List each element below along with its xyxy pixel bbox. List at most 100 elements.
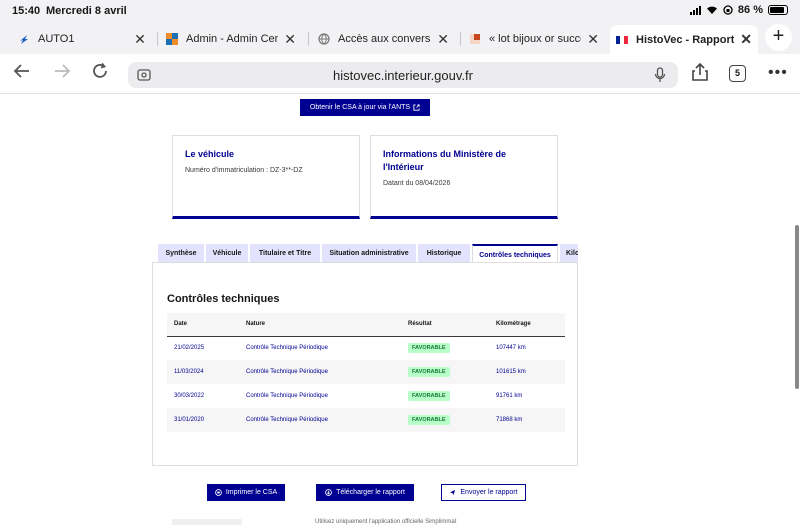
browser-tab-auto1[interactable]: AUTO1 ✕ xyxy=(12,26,152,52)
ants-csa-button-label: Obtenir le CSA à jour via l'ANTS xyxy=(309,104,411,111)
row-km: 71868 km xyxy=(496,417,523,423)
tab-titulaire[interactable]: Titulaire et Titre xyxy=(250,244,320,262)
tab-vehicule[interactable]: Véhicule xyxy=(206,244,248,262)
browser-tab-conversations[interactable]: Accès aux conversa ✕ xyxy=(312,26,455,52)
favorable-badge: FAVORABLE xyxy=(408,391,450,401)
download-report-label: Télécharger le rapport xyxy=(336,489,405,496)
row-nature: Contrôle Technique Périodique xyxy=(246,393,328,399)
favorable-badge: FAVORABLE xyxy=(408,343,450,354)
print-csa-button[interactable]: Imprimer le CSA xyxy=(207,484,285,501)
battery-icon xyxy=(768,5,788,15)
new-tab-button[interactable]: + xyxy=(765,24,792,51)
controles-techniques-panel: Contrôles techniques Date Nature Résulta… xyxy=(152,262,578,466)
share-icon[interactable] xyxy=(688,62,712,86)
shop-favicon xyxy=(470,34,480,44)
signal-icon xyxy=(689,5,701,15)
battery-level xyxy=(770,7,784,13)
column-header-date: Date xyxy=(174,321,188,328)
close-icon[interactable]: ✕ xyxy=(437,31,449,48)
browser-tab-label: « lot bijoux or succe xyxy=(489,33,582,45)
close-icon[interactable]: ✕ xyxy=(740,31,752,48)
row-date: 21/02/2025 xyxy=(174,345,205,352)
external-link-icon xyxy=(413,104,420,111)
controles-table: Date Nature Résultat Kilométrage 21/02/2… xyxy=(167,313,565,432)
close-icon[interactable]: ✕ xyxy=(134,31,146,48)
column-header-resultat: Résultat xyxy=(408,321,432,328)
vehicle-card-title: Le véhicule xyxy=(185,149,235,159)
browser-tab-label: Accès aux conversa xyxy=(338,33,432,45)
favorable-badge: FAVORABLE xyxy=(408,367,450,377)
row-nature: Contrôle Technique Périodique xyxy=(246,417,328,423)
row-result: FAVORABLE xyxy=(401,360,489,384)
wifi-icon xyxy=(706,6,717,14)
close-icon[interactable]: ✕ xyxy=(587,31,599,48)
browser-tab-admin[interactable]: Admin - Admin Cent ✕ xyxy=(160,26,302,52)
tab-kilometrage[interactable]: Kilo xyxy=(560,244,578,262)
french-flag-favicon xyxy=(616,35,628,44)
table-row: 31/01/2020 Contrôle Technique Périodique… xyxy=(167,408,565,432)
download-report-button[interactable]: Télécharger le rapport xyxy=(316,484,414,501)
row-result: FAVORABLE xyxy=(401,408,489,432)
footer-element xyxy=(172,519,242,525)
section-title: Contrôles techniques xyxy=(167,293,280,305)
tab-separator xyxy=(460,32,461,46)
forward-arrow-icon[interactable] xyxy=(50,62,74,86)
send-report-button[interactable]: Envoyer le rapport xyxy=(441,484,526,501)
column-header-kilometrage: Kilométrage xyxy=(496,321,531,328)
print-csa-label: Imprimer le CSA xyxy=(225,489,278,496)
tab-separator xyxy=(157,32,158,46)
browser-tab-strip: AUTO1 ✕ Admin - Admin Cent ✕ Accès aux c… xyxy=(0,22,800,54)
row-result: FAVORABLE xyxy=(401,336,489,360)
ants-csa-button[interactable]: Obtenir le CSA à jour via l'ANTS xyxy=(300,99,430,116)
row-result: FAVORABLE xyxy=(401,384,489,408)
column-header-nature: Nature xyxy=(246,321,266,328)
ios-status-bar: 15:40 Mercredi 8 avril 86 % xyxy=(0,0,800,22)
ministry-card-date: Datant du 08/04/2026 xyxy=(383,180,451,187)
row-date: 11/03/2024 xyxy=(174,369,204,375)
report-tabs: Synthèse Véhicule Titulaire et Titre Sit… xyxy=(158,244,578,262)
vehicle-registration: Numéro d'immatriculation : DZ-3**-DZ xyxy=(185,167,303,174)
auto1-favicon xyxy=(20,35,28,44)
browser-tab-label: Admin - Admin Cent xyxy=(186,33,279,45)
footer-text: Utilisez uniquement l'application offici… xyxy=(315,519,457,525)
microphone-icon[interactable] xyxy=(654,67,666,83)
send-icon xyxy=(450,489,456,496)
tab-situation-administrative[interactable]: Situation administrative xyxy=(322,244,416,262)
row-km: 101615 km xyxy=(496,369,526,375)
tab-historique[interactable]: Historique xyxy=(418,244,470,262)
tab-separator xyxy=(308,32,309,46)
scrollbar[interactable] xyxy=(795,225,799,389)
vehicle-card: Le véhicule Numéro d'immatriculation : D… xyxy=(172,135,360,219)
status-time: 15:40 xyxy=(12,5,41,17)
reload-icon[interactable] xyxy=(88,62,112,86)
status-date: Mercredi 8 avril xyxy=(46,5,127,17)
ministry-card: Informations du Ministère de l'Intérieur… xyxy=(370,135,558,219)
download-icon xyxy=(325,489,332,496)
web-page: Obtenir le CSA à jour via l'ANTS Le véhi… xyxy=(0,95,800,525)
printer-icon xyxy=(215,489,222,496)
browser-tab-label: HistoVec - Rapport d xyxy=(636,33,735,46)
row-km: 107447 km xyxy=(496,345,526,352)
admin-favicon xyxy=(166,33,178,45)
close-icon[interactable]: ✕ xyxy=(284,31,296,48)
browser-toolbar: histovec.interieur.gouv.fr 5 ••• xyxy=(0,54,800,94)
globe-icon xyxy=(318,33,330,45)
send-report-label: Envoyer le rapport xyxy=(460,489,518,496)
browser-tab-histovec[interactable]: HistoVec - Rapport d ✕ xyxy=(610,25,758,54)
url-text: histovec.interieur.gouv.fr xyxy=(333,68,473,83)
row-nature: Contrôle Technique Périodique xyxy=(246,369,328,375)
table-row: 21/02/2025 Contrôle Technique Périodique… xyxy=(167,336,565,360)
browser-tab-bijoux[interactable]: « lot bijoux or succe ✕ xyxy=(463,26,605,52)
tab-controles-techniques[interactable]: Contrôles techniques xyxy=(472,244,558,262)
tab-synthese[interactable]: Synthèse xyxy=(158,244,204,262)
table-header-row: Date Nature Résultat Kilométrage xyxy=(167,313,565,336)
tab-count-button[interactable]: 5 xyxy=(729,65,746,82)
table-row: 11/03/2024 Contrôle Technique Périodique… xyxy=(167,360,565,384)
row-km: 91761 km xyxy=(496,393,523,399)
row-nature: Contrôle Technique Périodique xyxy=(246,345,328,352)
favorable-badge: FAVORABLE xyxy=(408,415,450,425)
more-menu-icon[interactable]: ••• xyxy=(768,64,788,82)
back-arrow-icon[interactable] xyxy=(10,62,34,86)
orientation-lock-icon xyxy=(723,5,733,15)
address-bar[interactable]: histovec.interieur.gouv.fr xyxy=(128,62,678,88)
